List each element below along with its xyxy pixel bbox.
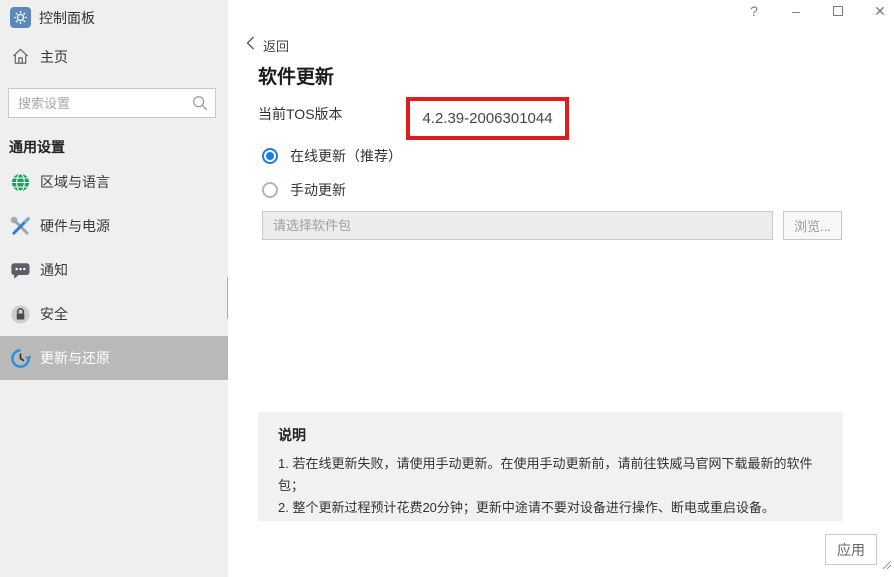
sidebar-item-security[interactable]: 安全 [0, 292, 228, 336]
app-title: 控制面板 [39, 8, 95, 28]
package-file-input[interactable] [262, 211, 773, 240]
radio-manual-update-label: 手动更新 [290, 180, 346, 200]
sidebar-nav: 区域与语言 硬件与电源 [0, 160, 228, 380]
sidebar-item-notifications[interactable]: 通知 [0, 248, 228, 292]
help-button[interactable]: ? [746, 3, 762, 19]
close-button[interactable]: ✕ [872, 3, 888, 19]
sidebar: 控制面板 主页 [0, 0, 228, 577]
sidebar-item-label: 通知 [40, 260, 68, 280]
tools-icon [10, 216, 31, 237]
tos-version-value: 4.2.39-2006301044 [422, 110, 552, 127]
main-panel: ? – ✕ 返回 软件更新 当前TOS版本 4.2.39-2006301044 … [228, 0, 894, 577]
sidebar-item-label: 更新与还原 [40, 348, 110, 368]
chat-bubble-icon [10, 260, 31, 281]
control-panel-window: 控制面板 主页 [0, 0, 894, 577]
radio-selected-icon[interactable] [262, 148, 278, 164]
version-highlight-annotation: 4.2.39-2006301044 [406, 97, 569, 140]
sidebar-item-update-restore[interactable]: 更新与还原 [0, 336, 228, 380]
search-icon[interactable] [191, 94, 209, 117]
globe-icon [10, 172, 31, 193]
apply-button[interactable]: 应用 [825, 534, 877, 565]
note-line-2: 2. 整个更新过程预计花费20分钟；更新中途请不要对设备进行操作、断电或重启设备… [278, 497, 823, 519]
maximize-icon [833, 6, 843, 16]
maximize-button[interactable] [830, 3, 846, 19]
page-title: 软件更新 [258, 62, 334, 89]
control-panel-gear-icon [10, 7, 31, 28]
chevron-left-icon [246, 36, 255, 55]
section-header-general-settings: 通用设置 [9, 137, 65, 157]
restore-clock-icon [10, 348, 31, 369]
sidebar-item-region-language[interactable]: 区域与语言 [0, 160, 228, 204]
back-link[interactable]: 返回 [246, 36, 289, 55]
lock-icon [10, 304, 31, 325]
radio-online-update-label: 在线更新（推荐） [290, 146, 402, 166]
note-line-1: 1. 若在线更新失败，请使用手动更新。在使用手动更新前，请前往铁威马官网下载最新… [278, 453, 823, 497]
home-icon [10, 46, 31, 67]
sidebar-item-home-label: 主页 [40, 47, 68, 67]
sidebar-item-hardware-power[interactable]: 硬件与电源 [0, 204, 228, 248]
browse-button[interactable]: 浏览... [783, 211, 842, 240]
resize-grip-icon[interactable] [879, 557, 892, 575]
tos-version-label: 当前TOS版本 [258, 104, 343, 124]
radio-manual-update[interactable]: 手动更新 [262, 180, 346, 200]
radio-unselected-icon[interactable] [262, 182, 278, 198]
search-input[interactable] [8, 88, 216, 118]
sidebar-item-label: 硬件与电源 [40, 216, 110, 236]
minimize-button[interactable]: – [788, 3, 804, 19]
window-controls: ? – ✕ [746, 3, 888, 19]
note-title: 说明 [278, 425, 823, 445]
search-box [8, 88, 216, 118]
sidebar-item-label: 安全 [40, 304, 68, 324]
radio-online-update[interactable]: 在线更新（推荐） [262, 146, 402, 166]
sidebar-item-label: 区域与语言 [40, 172, 110, 192]
back-label: 返回 [263, 36, 289, 55]
app-header: 控制面板 [10, 7, 95, 28]
sidebar-item-home[interactable]: 主页 [10, 46, 68, 67]
note-box: 说明 1. 若在线更新失败，请使用手动更新。在使用手动更新前，请前往铁威马官网下… [258, 412, 843, 521]
